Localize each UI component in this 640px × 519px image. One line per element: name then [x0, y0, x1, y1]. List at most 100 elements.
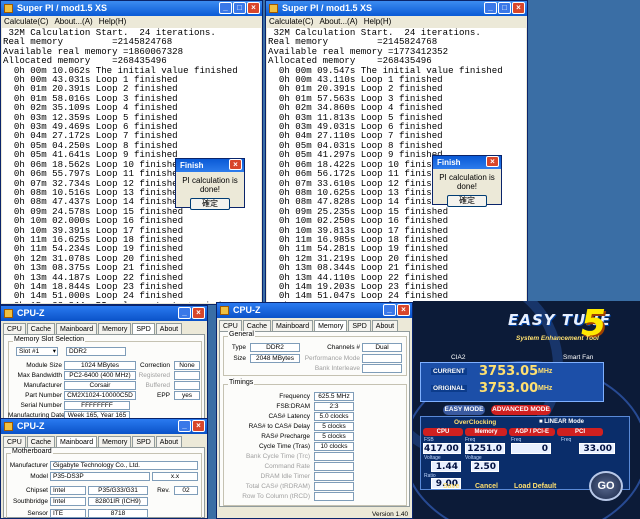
menu-calculate[interactable]: Calculate(C)	[269, 16, 313, 27]
close-icon[interactable]: ×	[512, 2, 525, 14]
timing-label: RAS# Precharge	[261, 433, 310, 440]
chipset-label: Chipset	[25, 487, 48, 494]
spd-field-value: Corsair	[64, 381, 136, 390]
pcie-freq-input[interactable]: 0	[511, 443, 551, 454]
timing-value	[314, 472, 354, 481]
model-rev: x.x	[152, 472, 198, 481]
sensor-label: Sensor	[27, 510, 48, 517]
dialog-title-bar[interactable]: Finish ×	[176, 159, 244, 172]
title-bar[interactable]: Super PI / mod1.5 XS _ □ ×	[1, 1, 262, 16]
linear-mode-toggle[interactable]: ■ LINEAR Mode	[539, 419, 584, 425]
chipset-vendor: Intel	[50, 486, 86, 495]
maximize-icon[interactable]: □	[498, 2, 511, 14]
sensor-value: 8718	[88, 509, 148, 518]
original-unit: MHz	[538, 385, 553, 392]
tab-strip: CPU Cache Mainboard Memory SPD About	[1, 321, 207, 336]
fsb-input[interactable]: 417.00	[423, 443, 461, 454]
minimize-icon[interactable]: _	[178, 307, 191, 319]
timing-label: RAS# to CAS# Delay	[248, 423, 310, 430]
spd-right-value: None	[174, 361, 200, 370]
cpuz-icon	[4, 309, 13, 318]
menu-about[interactable]: About...(A)	[54, 16, 92, 27]
sensor-vendor: ITE	[50, 509, 86, 518]
perf-mode-label: Performance Mode	[304, 355, 360, 362]
menu-about[interactable]: About...(A)	[319, 16, 357, 27]
channels-value: Dual	[362, 343, 402, 352]
mem-freq-input[interactable]: 1251.0	[465, 443, 505, 454]
dialog-title-bar[interactable]: Finish ×	[433, 156, 501, 169]
cat-agp-pcie[interactable]: AGP / PCI-E	[509, 428, 555, 436]
pci-freq-input[interactable]: 33.00	[579, 443, 615, 454]
title-bar[interactable]: CPU-Z _ ×	[1, 306, 207, 321]
minimize-icon[interactable]: _	[484, 2, 497, 14]
maximize-icon[interactable]: □	[233, 2, 246, 14]
type-label: Type	[231, 344, 246, 351]
timings-title: Timings	[228, 379, 255, 386]
slot-select[interactable]: Slot #1 ▾	[16, 347, 58, 356]
title-bar[interactable]: CPU-Z _ ×	[217, 303, 412, 318]
clock-display: CURRENT 3753.05 MHz ORIGINAL 3753.00 MHz	[420, 362, 604, 402]
smartfan-label[interactable]: Smart Fan	[563, 354, 593, 361]
timing-value	[314, 492, 354, 501]
manufacturer-label: Manufacturer	[9, 462, 48, 469]
close-icon[interactable]: ×	[192, 420, 205, 432]
cat-cpu[interactable]: CPU	[423, 428, 463, 436]
ok-button[interactable]: 確定	[447, 195, 487, 207]
channels-label: Channels #	[327, 344, 360, 351]
cpuz-mainboard-window: CPU-Z _ × CPU Cache Mainboard Memory SPD …	[0, 418, 208, 519]
dialog-message: PI calculation is done!	[439, 173, 495, 191]
close-icon[interactable]: ×	[247, 2, 260, 14]
timing-label: Frequency	[279, 393, 310, 400]
chipset-value: P35/G33/G31	[88, 486, 148, 495]
bank-interleave-label: Bank Interleave	[314, 365, 360, 372]
spd-field-label: Serial Number	[20, 402, 62, 409]
window-title: CPU-Z	[17, 308, 45, 318]
rev-value: 02	[174, 486, 198, 495]
timing-label: Row To Column (tRCD)	[242, 493, 310, 500]
cat-pci[interactable]: PCI	[557, 428, 603, 436]
easy-mode-button[interactable]: EASY MODE	[443, 405, 485, 415]
tab-strip: CPU Cache Mainboard Memory SPD About	[1, 434, 207, 449]
ok-button[interactable]: 確定	[190, 198, 230, 210]
type-value: DDR2	[250, 343, 300, 352]
cancel-button[interactable]: Cancel	[475, 483, 498, 490]
original-value: 3753.00	[479, 381, 539, 396]
go-button[interactable]: GO	[589, 471, 623, 501]
timing-label: Cycle Time (Tras)	[258, 443, 310, 450]
spd-right-label: EPP	[156, 392, 170, 399]
size-label: Size	[233, 355, 246, 362]
model-value: P35-DS3P	[50, 472, 150, 481]
close-icon[interactable]: ×	[192, 307, 205, 319]
cat-memory[interactable]: Memory	[465, 428, 507, 436]
close-icon[interactable]: ×	[397, 304, 410, 316]
menu-bar: Calculate(C) About...(A) Help(H)	[266, 16, 527, 27]
cpuz-icon	[220, 306, 229, 315]
cpuz-memory-window: CPU-Z _ × CPU Cache Mainboard Memory SPD …	[216, 302, 413, 519]
spd-field-value: CM2X1024-10000C5D	[64, 391, 136, 400]
mem-voltage-input[interactable]: 2.50	[471, 461, 499, 472]
window-title: Super PI / mod1.5 XS	[17, 3, 108, 13]
version-label: Version 1.40	[372, 511, 409, 518]
load-default-button[interactable]: Load Default	[514, 483, 556, 490]
timing-value	[314, 482, 354, 491]
cia2-label[interactable]: CIA2	[451, 354, 465, 361]
save-button[interactable]: Save	[443, 483, 459, 490]
menu-help[interactable]: Help(H)	[364, 16, 392, 27]
timing-label: DRAM Idle Timer	[260, 473, 310, 480]
close-icon[interactable]: ×	[486, 156, 499, 167]
title-bar[interactable]: CPU-Z _ ×	[1, 419, 207, 434]
minimize-icon[interactable]: _	[383, 304, 396, 316]
advanced-mode-button[interactable]: ADVANCED MODE	[491, 405, 551, 415]
spd-field-value: FFFFFFFF	[64, 401, 130, 410]
title-bar[interactable]: Super PI / mod1.5 XS _ □ ×	[266, 1, 527, 16]
menu-help[interactable]: Help(H)	[99, 16, 127, 27]
cpuz-icon	[4, 422, 13, 431]
timing-value: 2:3	[314, 402, 354, 411]
close-icon[interactable]: ×	[229, 159, 242, 170]
finish-dialog-left: Finish × PI calculation is done! 確定	[175, 158, 245, 210]
minimize-icon[interactable]: _	[219, 2, 232, 14]
menu-calculate[interactable]: Calculate(C)	[4, 16, 48, 27]
spd-field-value: PC2-6400 (400 MHz)	[64, 371, 136, 380]
minimize-icon[interactable]: _	[178, 420, 191, 432]
cpu-voltage-input[interactable]: 1.44	[431, 461, 461, 472]
